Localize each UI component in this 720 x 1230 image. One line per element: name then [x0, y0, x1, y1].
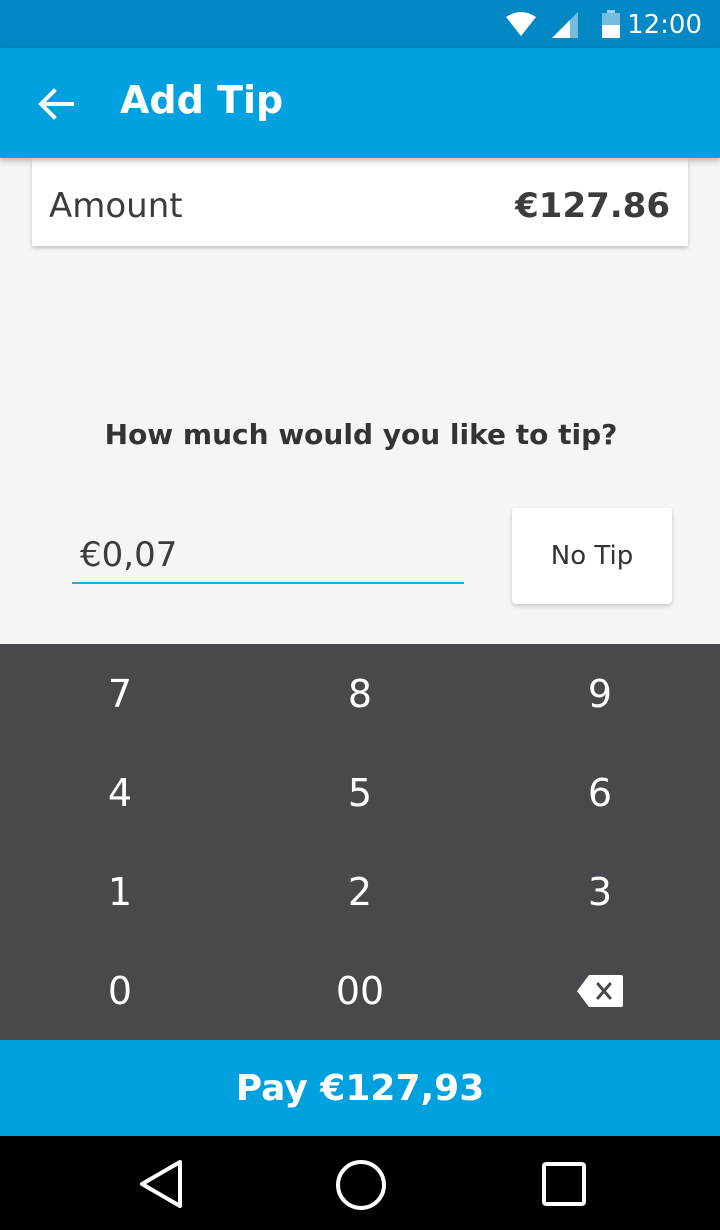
- cell-signal-icon: [552, 12, 578, 38]
- amount-label: Amount: [49, 186, 183, 226]
- key-0[interactable]: 0: [0, 941, 240, 1040]
- page-title: Add Tip: [120, 78, 284, 122]
- status-bar: 12:00: [0, 0, 720, 48]
- key-2[interactable]: 2: [240, 842, 480, 941]
- no-tip-label: No Tip: [550, 541, 634, 571]
- numeric-keypad: 7 8 9 4 5 6 1 2 3 0 00: [0, 644, 720, 1040]
- key-1[interactable]: 1: [0, 842, 240, 941]
- no-tip-button[interactable]: No Tip: [512, 508, 672, 604]
- amount-value: €127.86: [515, 186, 670, 226]
- status-time: 12:00: [627, 10, 702, 40]
- battery-icon: [602, 10, 620, 38]
- tip-amount-input[interactable]: [72, 528, 464, 584]
- home-circle-icon[interactable]: [334, 1158, 388, 1212]
- key-4[interactable]: 4: [0, 743, 240, 842]
- app-bar: Add Tip: [0, 48, 720, 158]
- key-5[interactable]: 5: [240, 743, 480, 842]
- backspace-icon: [577, 974, 623, 1007]
- wifi-icon: [506, 12, 536, 36]
- amount-card: Amount €127.86: [32, 158, 688, 246]
- key-9[interactable]: 9: [480, 644, 720, 743]
- tip-prompt: How much would you like to tip?: [104, 418, 618, 451]
- key-3[interactable]: 3: [480, 842, 720, 941]
- key-7[interactable]: 7: [0, 644, 240, 743]
- key-6[interactable]: 6: [480, 743, 720, 842]
- recents-square-icon[interactable]: [540, 1160, 588, 1208]
- system-nav-bar: [0, 1136, 720, 1230]
- backspace-key[interactable]: [480, 941, 720, 1040]
- key-00[interactable]: 00: [240, 941, 480, 1040]
- pay-button-label: Pay €127,93: [235, 1067, 485, 1109]
- arrow-back-icon[interactable]: [36, 84, 76, 124]
- key-8[interactable]: 8: [240, 644, 480, 743]
- back-triangle-icon[interactable]: [136, 1158, 186, 1210]
- pay-button[interactable]: Pay €127,93: [0, 1040, 720, 1136]
